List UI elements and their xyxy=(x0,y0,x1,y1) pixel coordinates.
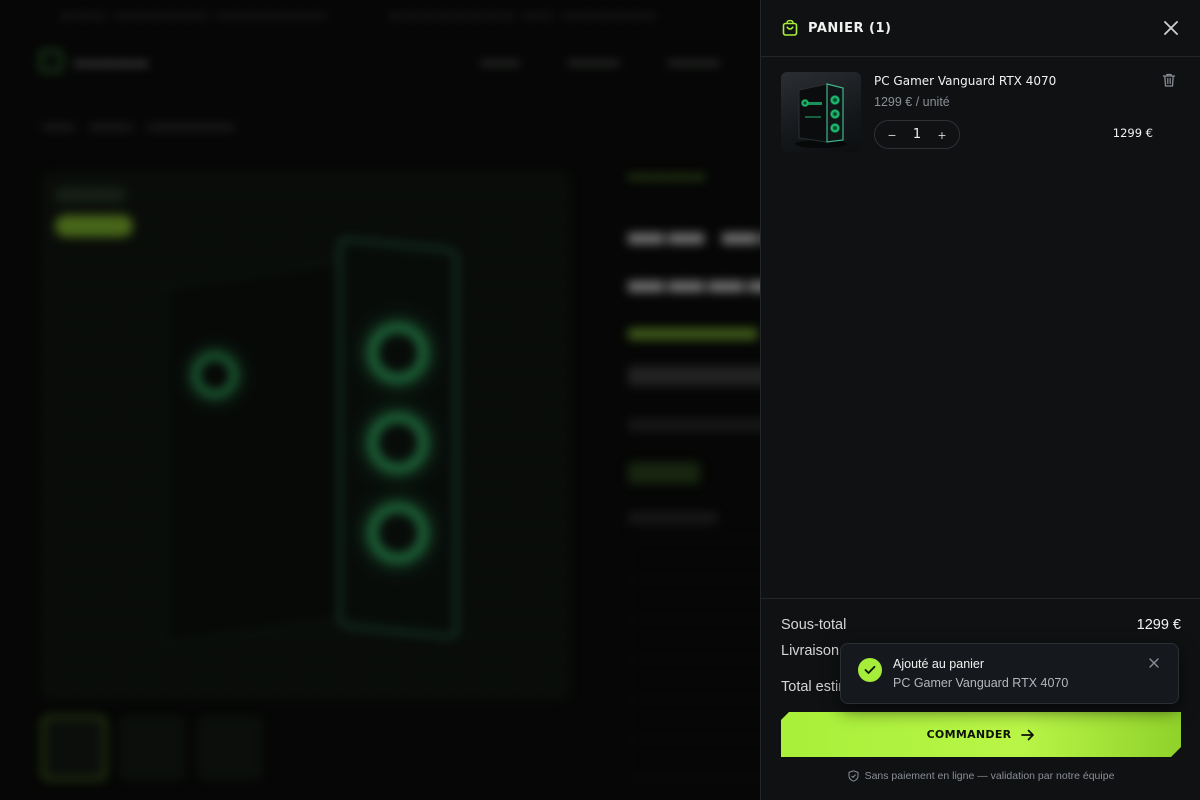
background-blurred-text: ▬▬▬▬ xyxy=(89,120,133,132)
background-rating xyxy=(628,328,758,340)
background-thumbnail xyxy=(120,716,184,780)
shield-check-icon xyxy=(848,770,859,782)
background-blurred-text: ▬▬▬▬▬▬▬▬ ▬▬ ▬▬▬▬▬▬ xyxy=(389,6,659,21)
pc-case-image xyxy=(795,83,847,148)
background-fan xyxy=(368,503,428,563)
payment-note-text: Sans paiement en ligne — validation par … xyxy=(864,770,1115,782)
background-logo: ▬▬▬▬▬ xyxy=(40,50,149,72)
background-badge xyxy=(55,215,133,237)
shipping-label: Livraison xyxy=(781,643,840,659)
toast-title: Ajouté au panier xyxy=(893,657,985,671)
background-blurred-text: ▬▬▬ xyxy=(481,54,520,68)
check-icon xyxy=(864,665,876,674)
background-fan xyxy=(368,413,428,473)
trash-icon xyxy=(1162,73,1176,87)
background-breadcrumb: ▬▬▬ ▬▬▬▬ ▬▬▬▬▬▬▬▬ xyxy=(42,120,235,132)
background-thumbnail xyxy=(198,716,262,780)
background-logo-mark xyxy=(40,50,62,72)
background-pc-image xyxy=(163,236,463,646)
check-circle-icon xyxy=(858,658,882,682)
background-blurred-text: ▬▬▬ ▬▬▬▬▬▬ ▬▬▬▬▬▬▬ xyxy=(60,6,330,21)
background-blurred-text: ▬▬▬▬ xyxy=(568,54,620,68)
added-to-cart-toast: Ajouté au panier PC Gamer Vanguard RTX 4… xyxy=(840,643,1179,704)
toast-close-button[interactable] xyxy=(1148,656,1162,670)
close-drawer-button[interactable] xyxy=(1161,18,1181,38)
arrow-right-icon xyxy=(1021,729,1035,741)
quantity-value: 1 xyxy=(912,127,922,142)
background-specs-title xyxy=(628,512,718,524)
toast-message: PC Gamer Vanguard RTX 4070 xyxy=(893,676,1069,690)
close-icon xyxy=(1149,658,1159,668)
background-fan xyxy=(368,323,428,383)
background-stock-badge xyxy=(628,462,700,484)
cart-item-name[interactable]: PC Gamer Vanguard RTX 4070 xyxy=(874,74,1056,88)
background-badge xyxy=(55,187,125,203)
quantity-stepper: − 1 + xyxy=(874,120,960,149)
increase-quantity-button[interactable]: + xyxy=(935,127,949,143)
background-fan xyxy=(193,353,237,397)
background-blurred-text: ▬▬▬▬▬ xyxy=(74,53,149,69)
cart-item-unit-price: 1299 € / unité xyxy=(874,95,950,109)
remove-item-button[interactable] xyxy=(1161,72,1179,90)
cart-header: PANIER (1) xyxy=(761,0,1200,57)
background-blurred-text: ▬▬▬▬ xyxy=(668,54,720,68)
background-pc-body xyxy=(163,260,343,646)
cart-item-line-total: 1299 € xyxy=(1112,126,1153,140)
cart-item: PC Gamer Vanguard RTX 4070 1299 € / unit… xyxy=(781,72,1181,154)
background-blurred-text: ▬▬▬▬▬▬▬▬ xyxy=(147,120,235,132)
checkout-label: COMMANDER xyxy=(926,728,1012,741)
shopping-bag-icon xyxy=(782,19,798,36)
close-icon xyxy=(1164,21,1178,35)
background-product-image-card xyxy=(42,172,570,700)
payment-note: Sans paiement en ligne — validation par … xyxy=(761,770,1200,782)
cart-title: PANIER (1) xyxy=(808,20,892,36)
product-thumbnail xyxy=(781,72,861,152)
subtotal-row: Sous-total 1299 € xyxy=(781,617,1181,633)
subtotal-value: 1299 € xyxy=(1136,617,1181,633)
checkout-button[interactable]: COMMANDER xyxy=(781,712,1181,757)
decrease-quantity-button[interactable]: − xyxy=(885,127,899,143)
background-thumbnail xyxy=(42,716,106,780)
background-thumbnails xyxy=(42,716,262,780)
subtotal-label: Sous-total xyxy=(781,617,847,633)
background-blurred-text: ▬▬▬ xyxy=(42,120,75,132)
